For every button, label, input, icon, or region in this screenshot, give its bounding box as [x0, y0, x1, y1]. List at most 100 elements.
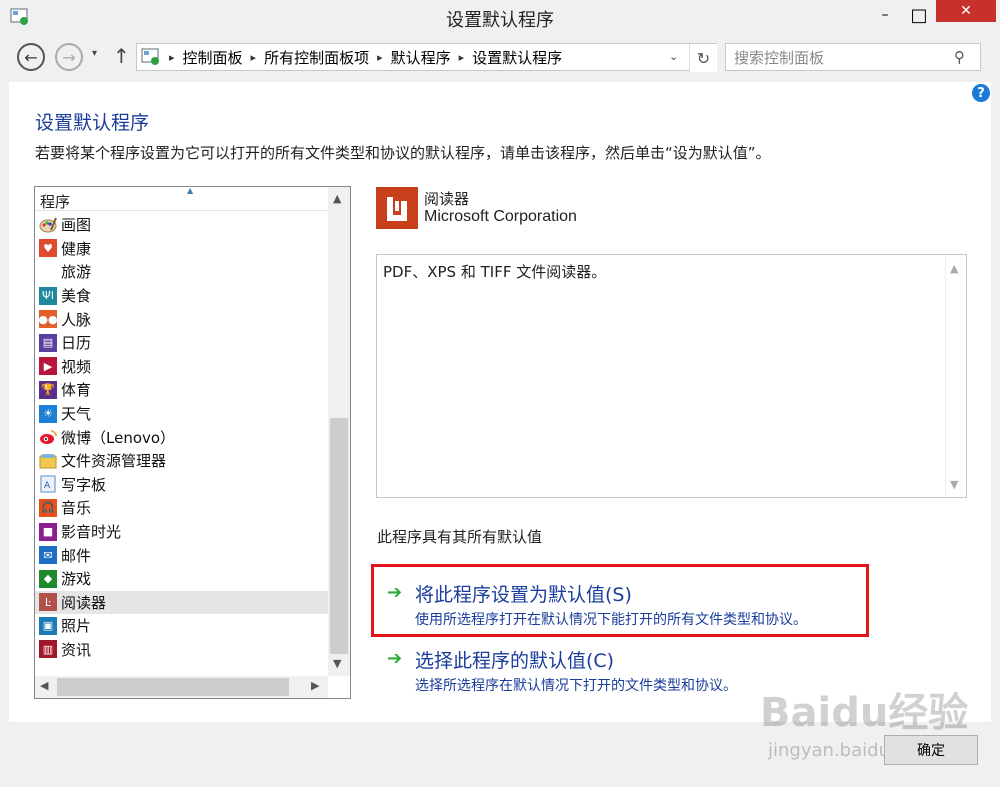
maximize-icon: □ [910, 4, 928, 26]
list-item[interactable]: 🎧 音乐 [35, 496, 328, 520]
photos-icon: ▣ [39, 616, 57, 635]
list-item[interactable]: 微博（Lenovo） [35, 425, 328, 449]
list-item[interactable]: ◆ 游戏 [35, 567, 328, 591]
list-item-label: 天气 [61, 405, 92, 424]
back-button[interactable]: ← [17, 43, 45, 71]
breadcrumb-separator-icon: ▸ [169, 50, 175, 64]
refresh-icon: ↻ [696, 48, 711, 68]
list-item[interactable]: ■ 影音时光 [35, 520, 328, 544]
list-vertical-scroll-thumb[interactable] [330, 418, 348, 654]
paint-icon [39, 216, 57, 234]
list-horizontal-scroll-thumb[interactable] [57, 678, 289, 696]
scroll-down-icon[interactable]: ▼ [333, 657, 341, 670]
minimize-button[interactable]: – [868, 0, 902, 30]
list-item-label: 画图 [61, 216, 92, 235]
green-arrow-icon: ➔ [387, 648, 403, 669]
list-item[interactable]: ▥ 资讯 [35, 638, 328, 662]
program-publisher: Microsoft Corporation [424, 208, 577, 225]
list-item[interactable]: ▣ 照片 [35, 614, 328, 638]
sort-ascending-icon: ▲ [187, 186, 194, 195]
list-item-label: 微博（Lenovo） [61, 428, 176, 447]
list-item[interactable]: A 写字板 [35, 473, 328, 497]
list-item-label: 阅读器 [61, 593, 107, 612]
travel-icon [39, 263, 57, 281]
list-item[interactable]: ▶ 视频 [35, 355, 328, 379]
up-button[interactable]: ↑ [113, 44, 130, 68]
list-item[interactable]: 旅游 [35, 260, 328, 284]
help-icon[interactable]: ? [972, 84, 990, 102]
list-item[interactable]: ✉ 邮件 [35, 543, 328, 567]
address-bar[interactable]: ▸ 控制面板 ▸ 所有控制面板项 ▸ 默认程序 ▸ 设置默认程序 [136, 43, 717, 71]
page-description: 若要将某个程序设置为它可以打开的所有文件类型和协议的默认程序，请单击该程序，然后… [35, 144, 771, 162]
list-item-label: 体育 [61, 381, 92, 400]
highlight-annotation-box [371, 564, 869, 637]
list-item-label: 音乐 [61, 499, 92, 518]
weather-icon: ☀ [39, 404, 57, 423]
weibo-icon [39, 428, 57, 446]
breadcrumb-default-programs[interactable]: 默认程序 [391, 47, 451, 68]
list-item-label: 视频 [61, 357, 92, 376]
choose-defaults-link[interactable]: 选择此程序的默认值(C) [415, 646, 737, 673]
program-description-box: PDF、XPS 和 TIFF 文件阅读器。 [376, 254, 967, 498]
list-item[interactable]: ▤ 日历 [35, 331, 328, 355]
close-icon: ✕ [960, 3, 972, 19]
description-scrollbar[interactable] [945, 255, 966, 497]
breadcrumb-separator-icon[interactable]: ▸ [459, 51, 465, 64]
list-column-header[interactable]: 程序 [35, 187, 328, 211]
list-item[interactable]: 🏆 体育 [35, 378, 328, 402]
scroll-right-icon[interactable]: ▶ [311, 679, 319, 692]
search-icon[interactable]: ⚲ [954, 48, 965, 66]
breadcrumb-separator-icon[interactable]: ▸ [251, 51, 257, 64]
maximize-button[interactable]: □ [904, 0, 934, 30]
ok-button[interactable]: 确定 [884, 735, 978, 765]
list-item-label: 影音时光 [61, 523, 122, 542]
list-item-label: 写字板 [61, 475, 107, 494]
list-item[interactable]: ●● 人脉 [35, 307, 328, 331]
breadcrumb-separator-icon[interactable]: ▸ [377, 51, 383, 64]
scroll-left-icon[interactable]: ◀ [40, 679, 48, 692]
scroll-up-icon[interactable]: ▲ [333, 192, 341, 205]
refresh-button[interactable]: ↻ [689, 44, 717, 72]
breadcrumb-set-default-programs[interactable]: 设置默认程序 [472, 47, 562, 68]
food-icon: ΨΙ [39, 286, 57, 305]
list-item-label: 健康 [61, 239, 92, 258]
search-input[interactable]: 搜索控制面板 [725, 43, 981, 71]
news-icon: ▥ [39, 640, 57, 659]
description-scroll-down-icon[interactable]: ▼ [950, 478, 958, 491]
health-icon: ♥ [39, 239, 57, 258]
list-item[interactable]: 文件资源管理器 [35, 449, 328, 473]
close-button[interactable]: ✕ [936, 0, 996, 22]
recent-locations-dropdown[interactable]: ▾ [92, 48, 97, 59]
window-title: 设置默认程序 [446, 10, 554, 31]
list-item[interactable]: ♥ 健康 [35, 237, 328, 261]
list-item-label: 邮件 [61, 546, 92, 565]
list-item-label: 资讯 [61, 640, 92, 659]
baidu-watermark-logo: Baidu经验 [760, 690, 969, 736]
wordpad-icon: A [39, 475, 57, 493]
list-item[interactable]: ☀ 天气 [35, 402, 328, 426]
video-icon: ▶ [39, 357, 57, 376]
address-dropdown-icon[interactable]: ⌄ [669, 50, 678, 63]
calendar-icon: ▤ [39, 333, 57, 352]
breadcrumb-all-items[interactable]: 所有控制面板项 [264, 47, 369, 68]
choose-defaults-description: 选择所选程序在默认情况下打开的文件类型和协议。 [415, 678, 737, 694]
reader-icon: Ŀ [39, 593, 57, 612]
games-icon: ◆ [39, 569, 57, 588]
sports-icon: 🏆 [39, 380, 57, 399]
forward-button[interactable]: → [55, 43, 83, 71]
description-scroll-up-icon[interactable]: ▲ [950, 262, 958, 275]
program-default-status: 此程序具有其所有默认值 [377, 528, 543, 546]
page-title: 设置默认程序 [35, 112, 150, 134]
list-item-selected[interactable]: Ŀ 阅读器 [35, 590, 328, 615]
breadcrumb-control-panel[interactable]: 控制面板 [183, 47, 243, 68]
reader-app-logo-icon [376, 187, 418, 229]
list-item[interactable]: ΨΙ 美食 [35, 284, 328, 308]
media-icon: ■ [39, 522, 57, 541]
svg-text:A: A [44, 481, 51, 491]
people-icon: ●● [38, 310, 58, 329]
list-item-label: 游戏 [61, 570, 92, 589]
forward-arrow-icon: → [62, 47, 76, 67]
list-item-label: 美食 [61, 287, 92, 306]
choose-defaults-action[interactable]: ➔ 选择此程序的默认值(C) 选择所选程序在默认情况下打开的文件类型和协议。 [387, 646, 737, 695]
list-item[interactable]: 画图 [35, 213, 328, 237]
